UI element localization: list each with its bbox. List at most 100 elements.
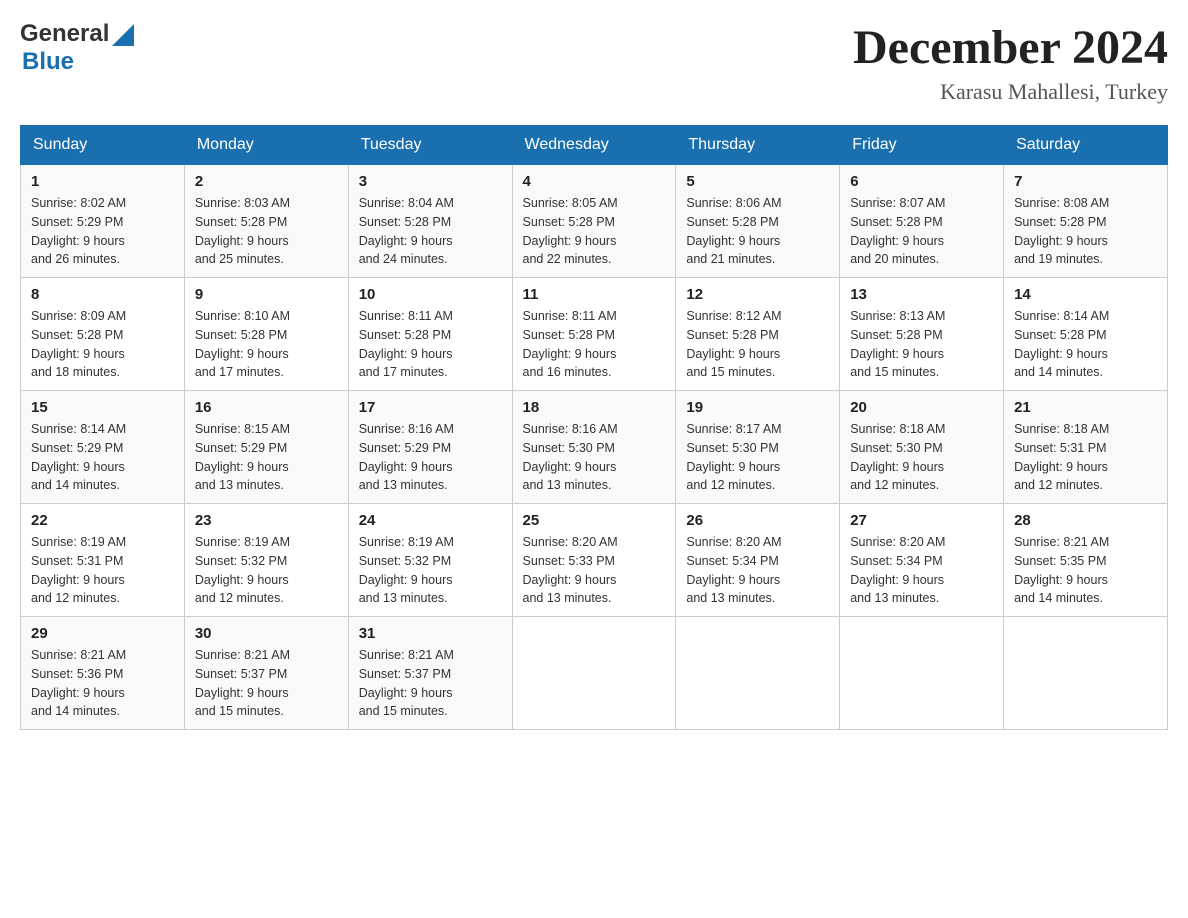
calendar-cell: 3 Sunrise: 8:04 AMSunset: 5:28 PMDayligh…: [348, 165, 512, 278]
day-info: Sunrise: 8:18 AMSunset: 5:31 PMDaylight:…: [1014, 422, 1109, 492]
day-info: Sunrise: 8:21 AMSunset: 5:37 PMDaylight:…: [359, 648, 454, 718]
calendar-col-header-friday: Friday: [840, 126, 1004, 165]
day-number: 22: [31, 512, 174, 529]
day-info: Sunrise: 8:13 AMSunset: 5:28 PMDaylight:…: [850, 309, 945, 379]
calendar-cell: 26 Sunrise: 8:20 AMSunset: 5:34 PMDaylig…: [676, 504, 840, 617]
day-info: Sunrise: 8:20 AMSunset: 5:34 PMDaylight:…: [850, 535, 945, 605]
day-number: 7: [1014, 173, 1157, 190]
day-info: Sunrise: 8:11 AMSunset: 5:28 PMDaylight:…: [359, 309, 453, 379]
day-info: Sunrise: 8:06 AMSunset: 5:28 PMDaylight:…: [686, 196, 781, 266]
day-number: 14: [1014, 286, 1157, 303]
logo-general-text: General: [20, 20, 109, 48]
day-info: Sunrise: 8:08 AMSunset: 5:28 PMDaylight:…: [1014, 196, 1109, 266]
day-number: 16: [195, 399, 338, 416]
calendar-col-header-tuesday: Tuesday: [348, 126, 512, 165]
day-info: Sunrise: 8:18 AMSunset: 5:30 PMDaylight:…: [850, 422, 945, 492]
calendar-cell: [512, 617, 676, 730]
calendar-cell: 23 Sunrise: 8:19 AMSunset: 5:32 PMDaylig…: [184, 504, 348, 617]
day-number: 4: [523, 173, 666, 190]
day-info: Sunrise: 8:10 AMSunset: 5:28 PMDaylight:…: [195, 309, 290, 379]
calendar-cell: 2 Sunrise: 8:03 AMSunset: 5:28 PMDayligh…: [184, 165, 348, 278]
day-number: 10: [359, 286, 502, 303]
day-info: Sunrise: 8:19 AMSunset: 5:32 PMDaylight:…: [195, 535, 290, 605]
day-number: 25: [523, 512, 666, 529]
calendar-header-row: SundayMondayTuesdayWednesdayThursdayFrid…: [21, 126, 1168, 165]
day-info: Sunrise: 8:20 AMSunset: 5:34 PMDaylight:…: [686, 535, 781, 605]
day-info: Sunrise: 8:21 AMSunset: 5:37 PMDaylight:…: [195, 648, 290, 718]
calendar-cell: 27 Sunrise: 8:20 AMSunset: 5:34 PMDaylig…: [840, 504, 1004, 617]
day-number: 28: [1014, 512, 1157, 529]
day-number: 6: [850, 173, 993, 190]
day-info: Sunrise: 8:07 AMSunset: 5:28 PMDaylight:…: [850, 196, 945, 266]
day-number: 30: [195, 625, 338, 642]
day-number: 15: [31, 399, 174, 416]
calendar-cell: 15 Sunrise: 8:14 AMSunset: 5:29 PMDaylig…: [21, 391, 185, 504]
title-section: December 2024 Karasu Mahallesi, Turkey: [853, 20, 1168, 105]
calendar-cell: 24 Sunrise: 8:19 AMSunset: 5:32 PMDaylig…: [348, 504, 512, 617]
calendar-cell: [840, 617, 1004, 730]
calendar-cell: 9 Sunrise: 8:10 AMSunset: 5:28 PMDayligh…: [184, 278, 348, 391]
calendar-col-header-saturday: Saturday: [1004, 126, 1168, 165]
calendar-cell: 22 Sunrise: 8:19 AMSunset: 5:31 PMDaylig…: [21, 504, 185, 617]
day-info: Sunrise: 8:14 AMSunset: 5:28 PMDaylight:…: [1014, 309, 1109, 379]
day-info: Sunrise: 8:20 AMSunset: 5:33 PMDaylight:…: [523, 535, 618, 605]
calendar-col-header-monday: Monday: [184, 126, 348, 165]
day-number: 2: [195, 173, 338, 190]
day-info: Sunrise: 8:04 AMSunset: 5:28 PMDaylight:…: [359, 196, 454, 266]
calendar-week-row: 29 Sunrise: 8:21 AMSunset: 5:36 PMDaylig…: [21, 617, 1168, 730]
logo-blue-text: Blue: [22, 48, 74, 76]
day-info: Sunrise: 8:21 AMSunset: 5:35 PMDaylight:…: [1014, 535, 1109, 605]
day-number: 5: [686, 173, 829, 190]
day-number: 29: [31, 625, 174, 642]
day-info: Sunrise: 8:16 AMSunset: 5:29 PMDaylight:…: [359, 422, 454, 492]
day-number: 27: [850, 512, 993, 529]
calendar-cell: 7 Sunrise: 8:08 AMSunset: 5:28 PMDayligh…: [1004, 165, 1168, 278]
day-number: 18: [523, 399, 666, 416]
day-info: Sunrise: 8:19 AMSunset: 5:32 PMDaylight:…: [359, 535, 454, 605]
calendar-cell: 29 Sunrise: 8:21 AMSunset: 5:36 PMDaylig…: [21, 617, 185, 730]
calendar-cell: 12 Sunrise: 8:12 AMSunset: 5:28 PMDaylig…: [676, 278, 840, 391]
day-number: 26: [686, 512, 829, 529]
calendar-cell: 16 Sunrise: 8:15 AMSunset: 5:29 PMDaylig…: [184, 391, 348, 504]
calendar-col-header-wednesday: Wednesday: [512, 126, 676, 165]
page-header: General Blue December 2024 Karasu Mahall…: [20, 20, 1168, 105]
logo-triangle-icon: [112, 24, 134, 46]
calendar-cell: 31 Sunrise: 8:21 AMSunset: 5:37 PMDaylig…: [348, 617, 512, 730]
day-number: 11: [523, 286, 666, 303]
calendar-cell: 18 Sunrise: 8:16 AMSunset: 5:30 PMDaylig…: [512, 391, 676, 504]
day-number: 12: [686, 286, 829, 303]
calendar-cell: 6 Sunrise: 8:07 AMSunset: 5:28 PMDayligh…: [840, 165, 1004, 278]
day-number: 31: [359, 625, 502, 642]
calendar-cell: 10 Sunrise: 8:11 AMSunset: 5:28 PMDaylig…: [348, 278, 512, 391]
day-info: Sunrise: 8:09 AMSunset: 5:28 PMDaylight:…: [31, 309, 126, 379]
day-info: Sunrise: 8:21 AMSunset: 5:36 PMDaylight:…: [31, 648, 126, 718]
day-info: Sunrise: 8:16 AMSunset: 5:30 PMDaylight:…: [523, 422, 618, 492]
calendar-cell: 21 Sunrise: 8:18 AMSunset: 5:31 PMDaylig…: [1004, 391, 1168, 504]
calendar-cell: 30 Sunrise: 8:21 AMSunset: 5:37 PMDaylig…: [184, 617, 348, 730]
day-number: 9: [195, 286, 338, 303]
day-info: Sunrise: 8:19 AMSunset: 5:31 PMDaylight:…: [31, 535, 126, 605]
calendar-col-header-thursday: Thursday: [676, 126, 840, 165]
calendar-table: SundayMondayTuesdayWednesdayThursdayFrid…: [20, 125, 1168, 730]
calendar-col-header-sunday: Sunday: [21, 126, 185, 165]
day-info: Sunrise: 8:12 AMSunset: 5:28 PMDaylight:…: [686, 309, 781, 379]
calendar-cell: [676, 617, 840, 730]
day-info: Sunrise: 8:17 AMSunset: 5:30 PMDaylight:…: [686, 422, 781, 492]
month-title: December 2024: [853, 20, 1168, 75]
location-title: Karasu Mahallesi, Turkey: [853, 79, 1168, 105]
day-number: 24: [359, 512, 502, 529]
day-number: 1: [31, 173, 174, 190]
calendar-cell: 19 Sunrise: 8:17 AMSunset: 5:30 PMDaylig…: [676, 391, 840, 504]
day-info: Sunrise: 8:02 AMSunset: 5:29 PMDaylight:…: [31, 196, 126, 266]
day-number: 23: [195, 512, 338, 529]
day-number: 17: [359, 399, 502, 416]
calendar-cell: 28 Sunrise: 8:21 AMSunset: 5:35 PMDaylig…: [1004, 504, 1168, 617]
calendar-week-row: 1 Sunrise: 8:02 AMSunset: 5:29 PMDayligh…: [21, 165, 1168, 278]
day-info: Sunrise: 8:05 AMSunset: 5:28 PMDaylight:…: [523, 196, 618, 266]
calendar-cell: 25 Sunrise: 8:20 AMSunset: 5:33 PMDaylig…: [512, 504, 676, 617]
calendar-cell: 5 Sunrise: 8:06 AMSunset: 5:28 PMDayligh…: [676, 165, 840, 278]
day-info: Sunrise: 8:03 AMSunset: 5:28 PMDaylight:…: [195, 196, 290, 266]
calendar-body: 1 Sunrise: 8:02 AMSunset: 5:29 PMDayligh…: [21, 165, 1168, 730]
day-number: 19: [686, 399, 829, 416]
logo-line2: Blue: [22, 48, 74, 76]
